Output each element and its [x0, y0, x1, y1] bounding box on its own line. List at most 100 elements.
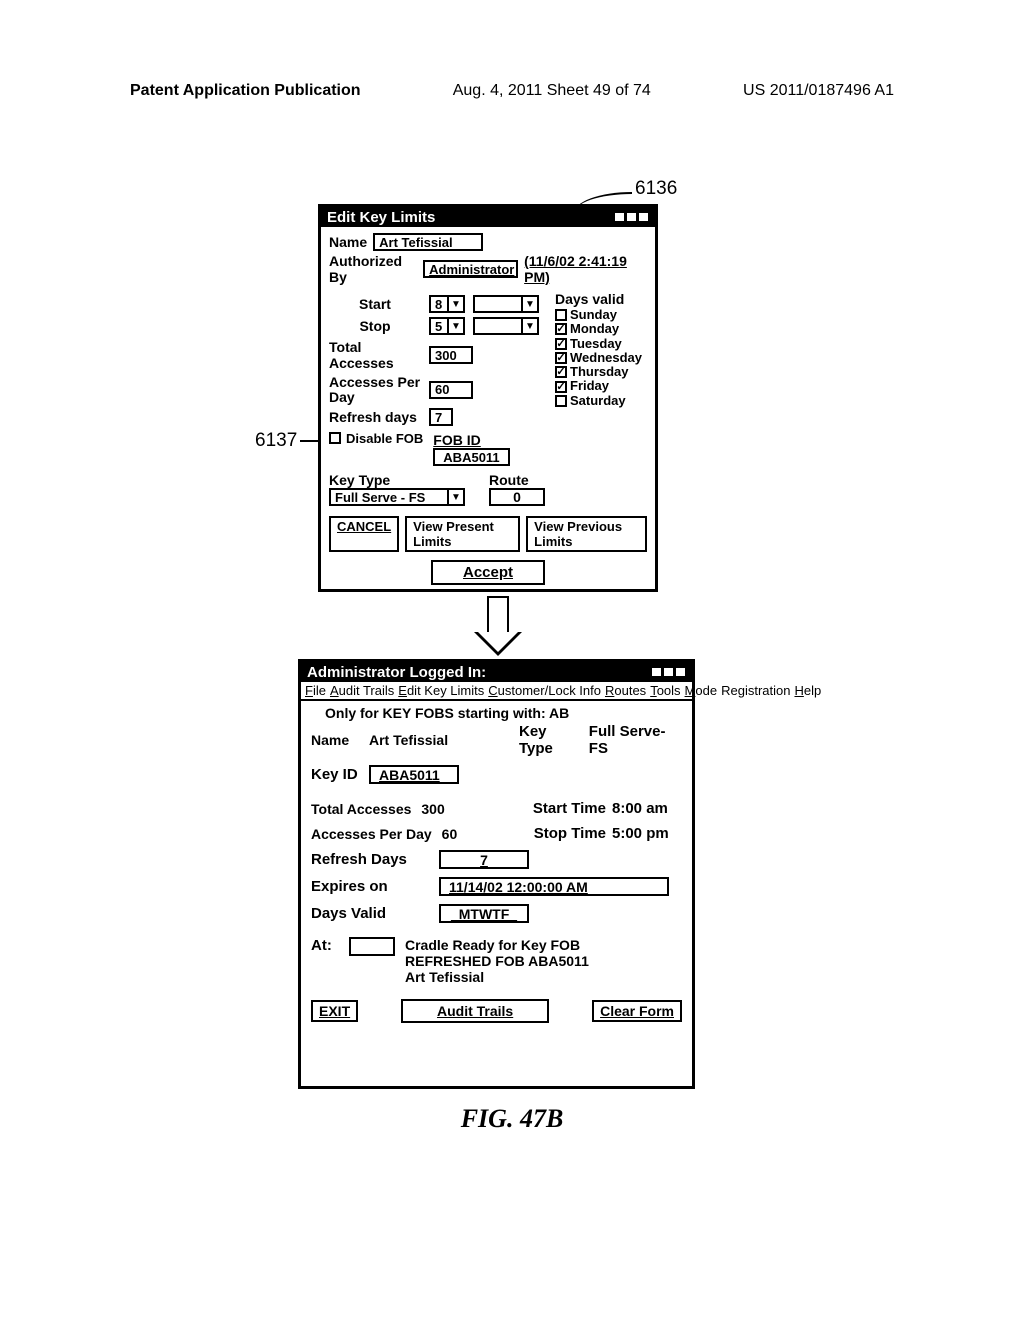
checkbox-saturday[interactable] [555, 395, 567, 407]
menu-routes[interactable]: Routes [605, 683, 646, 698]
checkbox-thursday[interactable] [555, 366, 567, 378]
day-label: Friday [570, 379, 609, 393]
header-mid: Aug. 4, 2011 Sheet 49 of 74 [453, 82, 651, 100]
accesses-per-day-field[interactable]: 60 [442, 826, 458, 842]
accept-button[interactable]: Accept [431, 560, 545, 585]
checkbox-friday[interactable] [555, 381, 567, 393]
expires-on-label: Expires on [311, 878, 429, 895]
key-type-combo[interactable]: Full Serve - FS [329, 488, 465, 506]
key-type-label: Key Type [519, 723, 583, 757]
total-accesses-field[interactable]: 300 [429, 346, 473, 364]
flow-arrow-down-icon [468, 596, 528, 658]
key-id-label: Key ID [311, 766, 359, 783]
minimize-icon[interactable] [614, 212, 625, 222]
chevron-down-icon[interactable] [449, 295, 465, 313]
checkbox-tuesday[interactable] [555, 338, 567, 350]
status-messages: Cradle Ready for Key FOB REFRESHED FOB A… [405, 937, 589, 985]
total-accesses-field[interactable]: 300 [421, 801, 444, 817]
callout-6136: 6136 [635, 178, 677, 200]
stop-time-field[interactable]: 5:00 pm [612, 825, 682, 842]
key-type-label: Key Type [329, 472, 465, 488]
titlebar: Edit Key Limits [321, 207, 655, 227]
chevron-down-icon[interactable] [523, 317, 539, 335]
menu-mode[interactable]: Mode [685, 683, 718, 698]
menu-bar: File Audit Trails Edit Key Limits Custom… [301, 682, 692, 701]
close-icon[interactable] [638, 212, 649, 222]
refresh-days-label: Refresh days [329, 409, 421, 425]
refresh-days-field[interactable]: 7 [439, 850, 529, 869]
stop-hour-combo[interactable]: 5 [429, 317, 465, 335]
route-field[interactable]: 0 [489, 488, 545, 506]
cancel-button[interactable]: CANCEL [329, 516, 399, 552]
stop-ampm-combo[interactable] [473, 317, 539, 335]
days-valid-field[interactable]: _MTWTF_ [439, 904, 529, 923]
maximize-icon[interactable] [626, 212, 637, 222]
window-title: Administrator Logged In: [307, 664, 486, 681]
name-field[interactable]: Art Tefissial [373, 233, 483, 251]
fob-prefix-note: Only for KEY FOBS starting with: AB [311, 705, 682, 721]
start-hour-combo[interactable]: 8 [429, 295, 465, 313]
status-line-2: REFRESHED FOB ABA5011 [405, 953, 589, 969]
days-valid-header: Days valid [555, 291, 647, 307]
day-label: Saturday [570, 394, 626, 408]
fob-id-label: FOB ID [433, 432, 480, 448]
start-time-field[interactable]: 8:00 am [612, 800, 682, 817]
name-label: Name [311, 732, 359, 748]
day-label: Tuesday [570, 337, 622, 351]
total-accesses-label: Total Accesses [311, 801, 411, 817]
audit-trails-button[interactable]: Audit Trails [401, 999, 549, 1023]
exit-button[interactable]: EXIT [311, 1000, 358, 1022]
edit-key-limits-window: Edit Key Limits Name Art Tefissial Autho… [318, 204, 658, 592]
header-left: Patent Application Publication [130, 82, 361, 100]
callout-6137: 6137 [255, 430, 297, 452]
view-present-limits-button[interactable]: View Present Limits [405, 516, 520, 552]
menu-registration[interactable]: Registration [721, 683, 790, 698]
checkbox-monday[interactable] [555, 323, 567, 335]
minimize-icon[interactable] [651, 667, 662, 677]
disable-fob-label: Disable FOB [346, 432, 423, 446]
window-title: Edit Key Limits [327, 209, 435, 226]
checkbox-sunday[interactable] [555, 309, 567, 321]
menu-customer-lock-info[interactable]: Customer/Lock Info [488, 683, 601, 698]
checkbox-wednesday[interactable] [555, 352, 567, 364]
day-label: Sunday [570, 308, 617, 322]
view-previous-limits-button[interactable]: View Previous Limits [526, 516, 647, 552]
disable-fob-checkbox[interactable] [329, 432, 341, 444]
accesses-per-day-label: Accesses Per Day [311, 826, 432, 842]
expires-on-field[interactable]: 11/14/02 12:00:00 AM [439, 877, 669, 896]
start-ampm-combo[interactable] [473, 295, 539, 313]
days-valid-panel: Days valid Sunday Monday Tuesday Wednesd… [555, 291, 647, 506]
menu-tools[interactable]: Tools [650, 683, 680, 698]
close-icon[interactable] [675, 667, 686, 677]
titlebar: Administrator Logged In: [301, 662, 692, 682]
at-field[interactable] [349, 937, 395, 956]
total-accesses-label: Total Accesses [329, 339, 421, 371]
menu-file[interactable]: File [305, 683, 326, 698]
menu-audit-trails[interactable]: Audit Trails [330, 683, 394, 698]
chevron-down-icon[interactable] [523, 295, 539, 313]
refresh-days-field[interactable]: 7 [429, 408, 453, 426]
name-label: Name [329, 234, 367, 250]
key-id-field[interactable]: ABA5011 [369, 765, 459, 784]
name-field[interactable]: Art Tefissial [369, 732, 519, 748]
day-label: Thursday [570, 365, 629, 379]
key-type-field[interactable]: Full Serve-FS [589, 723, 682, 757]
maximize-icon[interactable] [663, 667, 674, 677]
accesses-per-day-field[interactable]: 60 [429, 381, 473, 399]
clear-form-button[interactable]: Clear Form [592, 1000, 682, 1022]
chevron-down-icon[interactable] [449, 488, 465, 506]
figure-caption: FIG. 47B [0, 1104, 1024, 1134]
route-label: Route [489, 472, 545, 488]
status-line-3: Art Tefissial [405, 969, 589, 985]
page-header: Patent Application Publication Aug. 4, 2… [0, 82, 1024, 100]
menu-edit-key-limits[interactable]: Edit Key Limits [398, 683, 484, 698]
refresh-days-label: Refresh Days [311, 851, 429, 868]
days-valid-label: Days Valid [311, 905, 429, 922]
admin-logged-in-window: Administrator Logged In: File Audit Trai… [298, 659, 695, 1089]
stop-time-label: Stop Time [534, 825, 606, 842]
fob-id-field[interactable]: ABA5011 [433, 448, 509, 466]
authorized-time: (11/6/02 2:41:19 PM) [524, 253, 647, 285]
authorized-by-field: Administrator [423, 260, 518, 278]
chevron-down-icon[interactable] [449, 317, 465, 335]
menu-help[interactable]: Help [794, 683, 821, 698]
